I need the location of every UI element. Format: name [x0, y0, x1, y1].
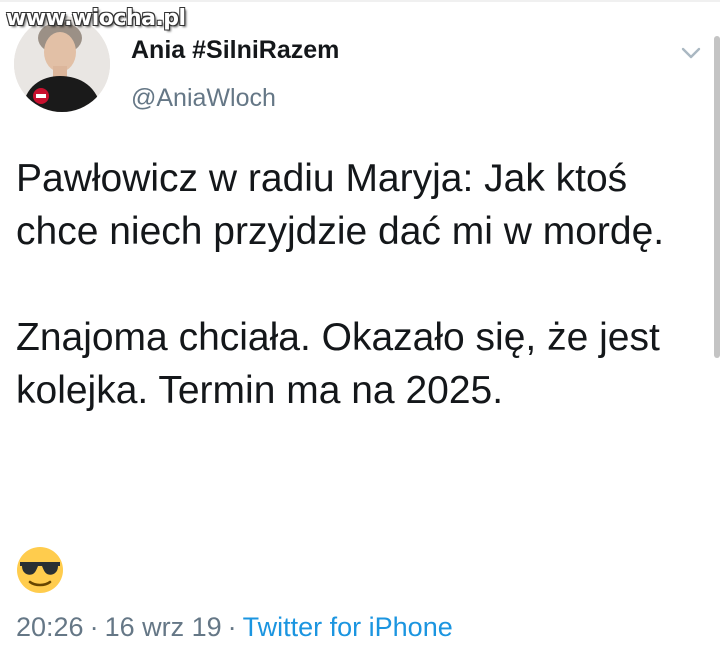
tweet-meta: 20:26 · 16 wrz 19 · Twitter for iPhone	[16, 612, 453, 643]
divider	[0, 0, 720, 2]
author-handle[interactable]: @AniaWloch	[131, 84, 276, 113]
tweet-paragraph: Pawłowicz w radiu Maryja: Jak ktoś chce …	[16, 157, 665, 253]
scrollbar[interactable]	[714, 36, 720, 358]
tweet-time: 20:26	[16, 612, 84, 642]
tweet-source-link[interactable]: Twitter for iPhone	[243, 612, 453, 642]
watermark: www.wiocha.pl	[6, 6, 186, 31]
tweet-paragraph: Znajoma chciała. Okazało się, że jest ko…	[16, 316, 660, 412]
author-name[interactable]: Ania #SilniRazem	[131, 36, 339, 65]
meta-separator: ·	[227, 612, 237, 642]
tweet-card: www.wiocha.pl Ania #SilniRazem @AniaWloc…	[0, 0, 720, 663]
sunglasses-emoji-icon	[17, 547, 63, 593]
chevron-down-icon[interactable]	[678, 40, 704, 66]
tweet-text: Pawłowicz w radiu Maryja: Jak ktoś chce …	[16, 152, 706, 417]
tweet-date[interactable]: 16 wrz 19	[105, 612, 222, 642]
meta-separator: ·	[89, 612, 99, 642]
